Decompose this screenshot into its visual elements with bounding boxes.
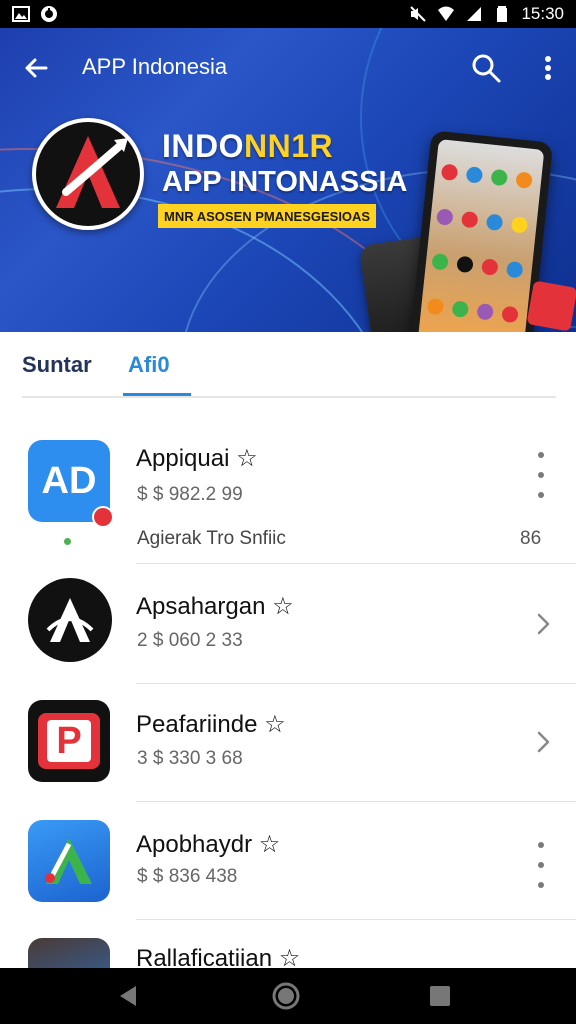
wifi-icon [438,6,455,21]
list-item[interactable]: Rallaficatiian ☆ [0,920,576,968]
tab-suntar[interactable]: Suntar [22,352,92,378]
banner-subtitle: APP INTONASSIA [162,166,408,198]
list-item[interactable]: AD Appiquai ☆ $ $ 982.2 99 Agierak Tro S… [0,420,576,564]
app-name: Rallaficatiian ☆ [136,945,301,968]
phone-screen [417,139,545,332]
app-count: 86 [520,528,542,549]
signal-icon [467,7,482,21]
app-name: Peafariinde ☆ [136,711,286,738]
recents-square-icon[interactable] [424,980,456,1012]
badge-icon [526,280,576,332]
search-icon[interactable] [470,52,502,84]
home-circle-icon[interactable] [270,980,302,1012]
more-vertical-icon[interactable] [530,838,552,892]
app-name: Appiquai ☆ [136,445,258,472]
status-bar: 15:30 [0,0,576,28]
list-item[interactable]: P Peafariinde ☆ 3 $ 330 3 68 [0,684,576,802]
tab-afi0[interactable]: Afi0 [128,352,170,378]
app-description: Agierak Tro Snfiic [137,528,286,549]
page-title: APP Indonesia [82,54,228,79]
list-item[interactable]: Apsahargan ☆ 2 $ 060 2 33 [0,564,576,684]
app-bar: APP Indonesia [0,28,576,108]
app-name: Apsahargan ☆ [136,593,294,620]
status-time: 15:30 [521,4,564,23]
banner-title: INDONN1R [162,128,333,165]
header-banner: APP Indonesia INDONN1R APP INTONASSIA MN… [0,28,576,332]
picture-icon [12,6,30,22]
app-price: $ $ 982.2 99 [137,484,243,505]
active-tab-indicator [123,393,191,396]
app-name: Apobhaydr ☆ [136,831,281,858]
a-blue-logo-icon [28,820,110,902]
banner-title-part: INDO [162,128,244,164]
navigation-bar [0,968,576,1024]
app-price: $ $ 836 438 [137,866,238,887]
cart-badge-icon [92,506,114,528]
arrow-left-icon[interactable] [20,52,52,84]
notification-icon [41,6,57,22]
chevron-right-icon[interactable] [532,728,554,756]
status-dot-icon [64,538,71,545]
banner-title-highlight: NN1R [244,128,334,164]
a-circle-logo-icon [28,578,112,662]
brand-a-logo-icon [56,136,128,208]
back-triangle-icon[interactable] [112,980,144,1012]
tab-bar: Suntar Afi0 [22,340,556,398]
mute-icon [410,6,427,22]
banner-tagline: MNR ASOSEN PMANESGESIOAS [158,204,377,228]
app-price: 2 $ 060 2 33 [137,630,243,651]
list-item[interactable]: Apobhaydr ☆ $ $ 836 438 [0,802,576,920]
app-price: 3 $ 330 3 68 [137,748,243,769]
brand-logo [32,118,144,230]
chevron-right-icon[interactable] [532,610,554,638]
more-vertical-icon[interactable] [530,448,552,502]
photo-app-icon [28,938,110,968]
more-vertical-icon[interactable] [534,52,562,84]
p-logo-icon: P [28,700,110,782]
battery-icon [497,6,508,22]
